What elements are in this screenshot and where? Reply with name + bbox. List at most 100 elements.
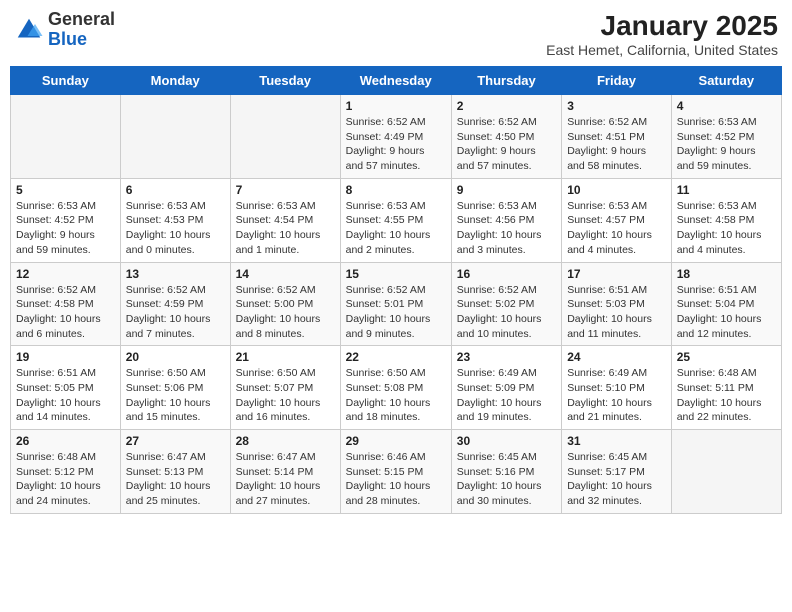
day-number: 16 [457, 267, 556, 281]
calendar-cell: 9Sunrise: 6:53 AMSunset: 4:56 PMDaylight… [451, 178, 561, 262]
calendar-cell: 27 Sunrise: 6:47 AMSunset: 5:13 PMDayligh… [120, 430, 230, 514]
calendar-cell: 31 Sunrise: 6:45 AMSunset: 5:17 PMDayligh… [562, 430, 672, 514]
calendar-cell: 21 Sunrise: 6:50 AMSunset: 5:07 PMDayligh… [230, 346, 340, 430]
calendar-cell: 1Sunrise: 6:52 AMSunset: 4:49 PMDaylight… [340, 95, 451, 179]
calendar-cell: 25Sunrise: 6:48 AMSunset: 5:11 PMDayligh… [671, 346, 781, 430]
day-number: 14 [236, 267, 335, 281]
day-info: Sunrise: 6:53 AMSunset: 4:52 PMDaylight:… [677, 115, 776, 174]
calendar-cell: 3 Sunrise: 6:52 AMSunset: 4:51 PMDaylight… [562, 95, 672, 179]
day-number: 11 [677, 183, 776, 197]
day-number: 6 [126, 183, 225, 197]
calendar-cell: 20 Sunrise: 6:50 AMSunset: 5:06 PMDayligh… [120, 346, 230, 430]
day-info: Sunrise: 6:52 AMSunset: 5:01 PMDaylight:… [346, 283, 446, 342]
header-saturday: Saturday [671, 67, 781, 95]
day-info: Sunrise: 6:50 AMSunset: 5:08 PMDaylight:… [346, 366, 446, 425]
day-info: Sunrise: 6:51 AMSunset: 5:04 PMDaylight:… [677, 283, 776, 342]
day-info: Sunrise: 6:53 AMSunset: 4:54 PMDaylight:… [236, 199, 335, 258]
day-info: Sunrise: 6:53 AMSunset: 4:57 PMDaylight:… [567, 199, 666, 258]
calendar-cell: 15Sunrise: 6:52 AMSunset: 5:01 PMDayligh… [340, 262, 451, 346]
calendar-cell [230, 95, 340, 179]
day-info: Sunrise: 6:52 AMSunset: 5:00 PMDaylight:… [236, 283, 335, 342]
calendar-cell: 12Sunrise: 6:52 AMSunset: 4:58 PMDayligh… [11, 262, 121, 346]
day-number: 21 [236, 350, 335, 364]
calendar-cell: 22Sunrise: 6:50 AMSunset: 5:08 PMDayligh… [340, 346, 451, 430]
day-info: Sunrise: 6:52 AMSunset: 5:02 PMDaylight:… [457, 283, 556, 342]
day-number: 5 [16, 183, 115, 197]
calendar-cell: 23Sunrise: 6:49 AMSunset: 5:09 PMDayligh… [451, 346, 561, 430]
calendar-cell: 11 Sunrise: 6:53 AMSunset: 4:58 PMDayligh… [671, 178, 781, 262]
calendar-cell: 5 Sunrise: 6:53 AMSunset: 4:52 PMDaylight… [11, 178, 121, 262]
header-monday: Monday [120, 67, 230, 95]
calendar-subtitle: East Hemet, California, United States [546, 42, 778, 58]
week-row-1: 5 Sunrise: 6:53 AMSunset: 4:52 PMDaylight… [11, 178, 782, 262]
calendar-cell: 28 Sunrise: 6:47 AMSunset: 5:14 PMDayligh… [230, 430, 340, 514]
calendar-cell: 6Sunrise: 6:53 AMSunset: 4:53 PMDaylight… [120, 178, 230, 262]
day-info: Sunrise: 6:47 AMSunset: 5:14 PMDaylight:… [236, 450, 335, 509]
title-block: January 2025 East Hemet, California, Uni… [546, 10, 778, 58]
calendar-cell: 8Sunrise: 6:53 AMSunset: 4:55 PMDaylight… [340, 178, 451, 262]
week-row-3: 19 Sunrise: 6:51 AMSunset: 5:05 PMDayligh… [11, 346, 782, 430]
header-thursday: Thursday [451, 67, 561, 95]
calendar-header: SundayMondayTuesdayWednesdayThursdayFrid… [11, 67, 782, 95]
day-number: 28 [236, 434, 335, 448]
day-number: 23 [457, 350, 556, 364]
day-info: Sunrise: 6:48 AMSunset: 5:12 PMDaylight:… [16, 450, 115, 509]
day-info: Sunrise: 6:51 AMSunset: 5:05 PMDaylight:… [16, 366, 115, 425]
calendar-cell: 29 Sunrise: 6:46 AMSunset: 5:15 PMDayligh… [340, 430, 451, 514]
header-row: SundayMondayTuesdayWednesdayThursdayFrid… [11, 67, 782, 95]
day-info: Sunrise: 6:48 AMSunset: 5:11 PMDaylight:… [677, 366, 776, 425]
calendar-cell: 17 Sunrise: 6:51 AMSunset: 5:03 PMDayligh… [562, 262, 672, 346]
header-wednesday: Wednesday [340, 67, 451, 95]
day-info: Sunrise: 6:47 AMSunset: 5:13 PMDaylight:… [126, 450, 225, 509]
day-number: 1 [346, 99, 446, 113]
header-sunday: Sunday [11, 67, 121, 95]
day-number: 26 [16, 434, 115, 448]
day-info: Sunrise: 6:50 AMSunset: 5:07 PMDaylight:… [236, 366, 335, 425]
day-info: Sunrise: 6:52 AMSunset: 4:58 PMDaylight:… [16, 283, 115, 342]
calendar-body: 1Sunrise: 6:52 AMSunset: 4:49 PMDaylight… [11, 95, 782, 514]
day-number: 13 [126, 267, 225, 281]
day-info: Sunrise: 6:53 AMSunset: 4:55 PMDaylight:… [346, 199, 446, 258]
day-number: 20 [126, 350, 225, 364]
day-info: Sunrise: 6:52 AMSunset: 4:51 PMDaylight:… [567, 115, 666, 174]
day-number: 4 [677, 99, 776, 113]
day-number: 7 [236, 183, 335, 197]
logo: General Blue [14, 10, 115, 50]
calendar-cell [671, 430, 781, 514]
day-number: 27 [126, 434, 225, 448]
day-info: Sunrise: 6:45 AMSunset: 5:16 PMDaylight:… [457, 450, 556, 509]
day-number: 30 [457, 434, 556, 448]
page-header: General Blue January 2025 East Hemet, Ca… [10, 10, 782, 58]
calendar-cell: 16 Sunrise: 6:52 AMSunset: 5:02 PMDayligh… [451, 262, 561, 346]
header-tuesday: Tuesday [230, 67, 340, 95]
logo-icon [14, 15, 44, 45]
header-friday: Friday [562, 67, 672, 95]
day-number: 19 [16, 350, 115, 364]
calendar-cell [120, 95, 230, 179]
calendar-cell: 18 Sunrise: 6:51 AMSunset: 5:04 PMDayligh… [671, 262, 781, 346]
day-number: 2 [457, 99, 556, 113]
day-info: Sunrise: 6:52 AMSunset: 4:59 PMDaylight:… [126, 283, 225, 342]
day-info: Sunrise: 6:53 AMSunset: 4:56 PMDaylight:… [457, 199, 556, 258]
week-row-4: 26 Sunrise: 6:48 AMSunset: 5:12 PMDayligh… [11, 430, 782, 514]
calendar-cell: 13 Sunrise: 6:52 AMSunset: 4:59 PMDayligh… [120, 262, 230, 346]
day-info: Sunrise: 6:52 AMSunset: 4:50 PMDaylight:… [457, 115, 556, 174]
day-number: 18 [677, 267, 776, 281]
day-info: Sunrise: 6:50 AMSunset: 5:06 PMDaylight:… [126, 366, 225, 425]
logo-general-text: General [48, 10, 115, 30]
day-number: 29 [346, 434, 446, 448]
calendar-cell: 10Sunrise: 6:53 AMSunset: 4:57 PMDayligh… [562, 178, 672, 262]
calendar-cell: 2 Sunrise: 6:52 AMSunset: 4:50 PMDaylight… [451, 95, 561, 179]
day-info: Sunrise: 6:45 AMSunset: 5:17 PMDaylight:… [567, 450, 666, 509]
day-info: Sunrise: 6:51 AMSunset: 5:03 PMDaylight:… [567, 283, 666, 342]
day-info: Sunrise: 6:46 AMSunset: 5:15 PMDaylight:… [346, 450, 446, 509]
day-number: 17 [567, 267, 666, 281]
day-info: Sunrise: 6:53 AMSunset: 4:58 PMDaylight:… [677, 199, 776, 258]
calendar-cell: 24Sunrise: 6:49 AMSunset: 5:10 PMDayligh… [562, 346, 672, 430]
day-number: 31 [567, 434, 666, 448]
week-row-0: 1Sunrise: 6:52 AMSunset: 4:49 PMDaylight… [11, 95, 782, 179]
calendar-cell: 26 Sunrise: 6:48 AMSunset: 5:12 PMDayligh… [11, 430, 121, 514]
day-number: 3 [567, 99, 666, 113]
day-info: Sunrise: 6:53 AMSunset: 4:52 PMDaylight:… [16, 199, 115, 258]
logo-blue-text: Blue [48, 30, 115, 50]
